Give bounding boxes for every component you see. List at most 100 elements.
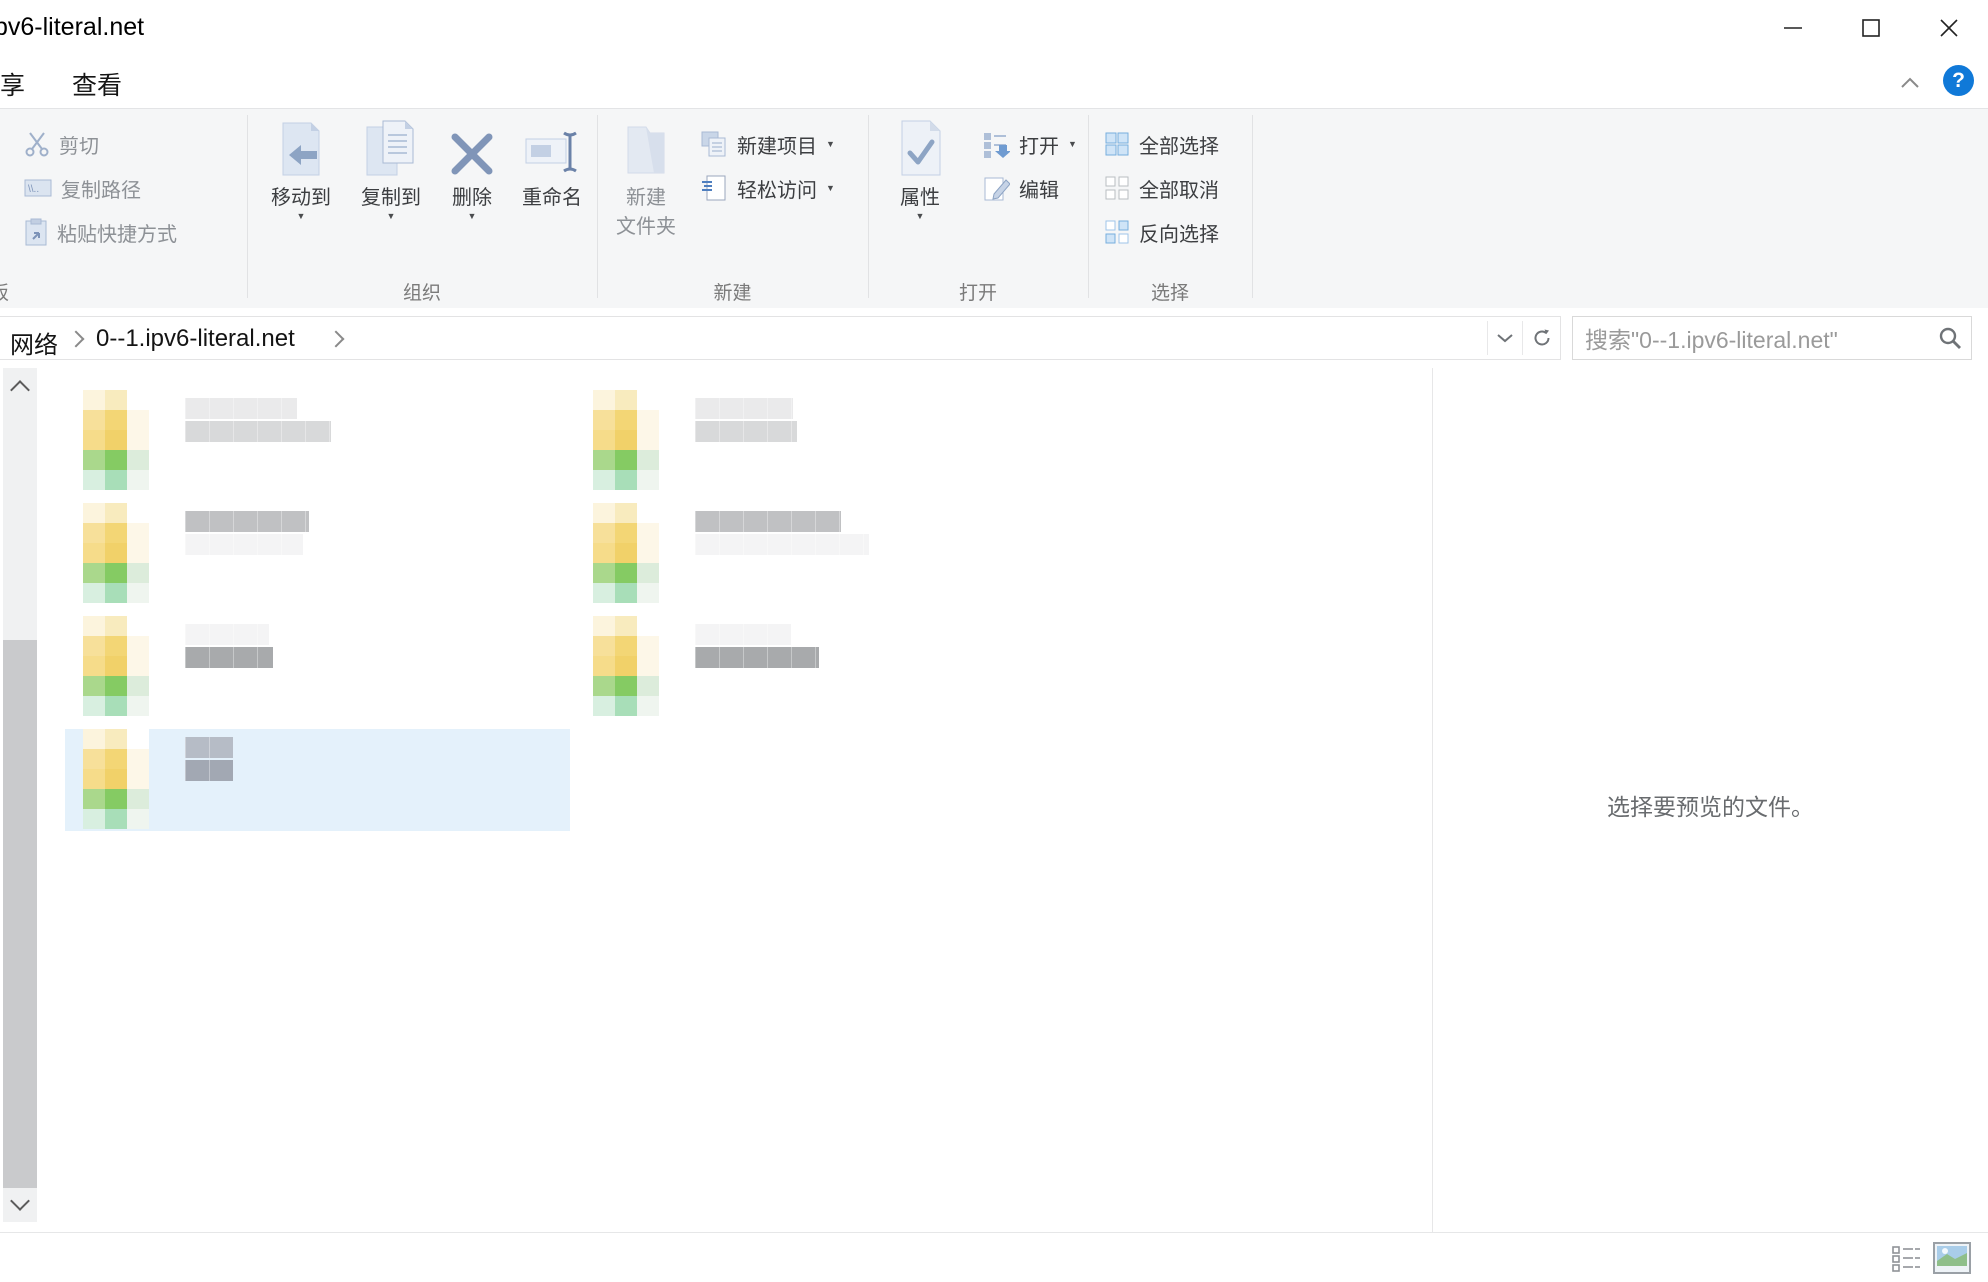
search-box [1572, 316, 1972, 360]
dropdown-arrow: ▼ [916, 212, 925, 221]
file-tile[interactable] [65, 503, 570, 605]
thumbnail-view-button[interactable] [1932, 1241, 1972, 1275]
file-name-redacted [185, 624, 273, 670]
ribbon: 剪切 \\.. 复制路径 粘贴快捷方式 板 [0, 109, 1988, 309]
properties-button[interactable]: 属性 ▼ [880, 115, 960, 221]
move-to-icon [275, 115, 327, 177]
scroll-up-button[interactable] [3, 372, 37, 402]
breadcrumb-network[interactable]: 网络 [10, 325, 58, 360]
new-folder-button[interactable]: 新建 文件夹 [604, 115, 688, 239]
address-bar[interactable]: 网络 0--1.ipv6-literal.net [0, 316, 1561, 360]
file-name-redacted [695, 398, 797, 444]
rename-button[interactable]: 重命名 [508, 115, 596, 210]
folder-icon-mosaic [593, 616, 659, 718]
details-view-icon [1891, 1244, 1921, 1272]
edit-icon [982, 174, 1010, 202]
easy-access-button[interactable]: 轻松访问 ▼ [700, 169, 835, 207]
window-title: pv6-literal.net [0, 13, 144, 42]
status-bar [0, 1232, 1988, 1282]
paste-shortcut-button[interactable]: 粘贴快捷方式 [24, 213, 177, 251]
open-button[interactable]: 打开 ▼ [982, 125, 1077, 163]
properties-icon [896, 115, 944, 177]
folder-icon-mosaic [83, 729, 149, 831]
minimize-icon [1782, 17, 1804, 39]
details-view-button[interactable] [1886, 1241, 1926, 1275]
maximize-button[interactable] [1832, 0, 1910, 56]
chevron-down-icon [10, 1191, 30, 1211]
address-row: 网络 0--1.ipv6-literal.net [0, 308, 1988, 368]
file-name-redacted [185, 737, 233, 783]
folder-icon-mosaic [83, 616, 149, 718]
file-tile[interactable] [575, 616, 1080, 718]
file-name-redacted [185, 398, 331, 444]
minimize-button[interactable] [1754, 0, 1832, 56]
invert-selection-button[interactable]: 反向选择 [1104, 213, 1219, 251]
chevron-up-icon [1900, 77, 1920, 89]
dropdown-arrow: ▼ [826, 140, 835, 149]
refresh-icon [1532, 328, 1552, 348]
search-icon[interactable] [1937, 325, 1963, 351]
group-label-new: 新建 [597, 278, 868, 305]
scrollbar-thumb[interactable] [3, 640, 37, 1188]
refresh-button[interactable] [1524, 317, 1560, 359]
copy-to-icon [363, 115, 419, 177]
group-label-organize: 组织 [247, 278, 597, 305]
thumbnail-view-icon [1933, 1242, 1971, 1274]
copy-path-icon: \\.. [24, 177, 52, 199]
content-area: 选择要预览的文件。 [0, 368, 1988, 1232]
file-tile-selected[interactable] [65, 729, 570, 831]
cut-button[interactable]: 剪切 [24, 125, 99, 163]
select-none-button[interactable]: 全部取消 [1104, 169, 1219, 207]
breadcrumb-chevron-icon[interactable] [328, 331, 345, 348]
file-tile[interactable] [575, 390, 1080, 492]
folder-icon-mosaic [83, 390, 149, 492]
file-tile[interactable] [65, 616, 570, 718]
window-controls [1754, 0, 1988, 56]
group-divider [1252, 115, 1253, 298]
move-to-button[interactable]: 移动到 ▼ [256, 115, 346, 221]
copy-path-button[interactable]: \\.. 复制路径 [24, 169, 141, 207]
new-item-icon [700, 130, 728, 158]
invert-selection-icon [1104, 219, 1130, 245]
file-name-redacted [695, 624, 819, 670]
scissors-icon [24, 131, 50, 157]
file-name-redacted [695, 511, 869, 557]
help-button[interactable]: ? [1943, 65, 1974, 96]
question-mark-icon: ? [1952, 69, 1965, 93]
open-icon [982, 130, 1010, 158]
group-divider [597, 115, 598, 298]
file-grid [40, 368, 1432, 1232]
search-input[interactable] [1573, 317, 1937, 359]
edit-button[interactable]: 编辑 [982, 169, 1059, 207]
preview-pane: 选择要预览的文件。 [1433, 368, 1988, 1232]
close-button[interactable] [1910, 0, 1988, 56]
svg-text:\\..: \\.. [28, 184, 39, 195]
group-divider [247, 115, 248, 298]
dropdown-arrow: ▼ [468, 212, 477, 221]
navigation-scrollbar[interactable] [3, 368, 37, 1222]
scroll-down-button[interactable] [3, 1188, 37, 1218]
rename-icon [524, 115, 580, 177]
copy-to-button[interactable]: 复制到 ▼ [346, 115, 436, 221]
select-all-icon [1104, 131, 1130, 157]
file-tile[interactable] [65, 390, 570, 492]
delete-button[interactable]: 删除 ▼ [436, 115, 508, 221]
address-dropdown-button[interactable] [1487, 317, 1523, 359]
chevron-up-icon [10, 380, 30, 400]
paste-shortcut-icon [24, 218, 48, 246]
breadcrumb-host[interactable]: 0--1.ipv6-literal.net [96, 325, 295, 353]
file-tile[interactable] [575, 503, 1080, 605]
new-item-button[interactable]: 新建项目 ▼ [700, 125, 835, 163]
tab-share-partial[interactable]: 享 [0, 66, 26, 102]
file-name-redacted [185, 511, 309, 557]
group-label-open: 打开 [868, 278, 1088, 305]
tab-view[interactable]: 查看 [72, 66, 122, 102]
dropdown-arrow: ▼ [1068, 140, 1077, 149]
group-divider [1088, 115, 1089, 298]
breadcrumb-chevron-icon[interactable] [68, 331, 85, 348]
collapse-ribbon-button[interactable] [1890, 68, 1930, 98]
chevron-down-icon [1497, 333, 1513, 343]
folder-icon-mosaic [593, 390, 659, 492]
select-all-button[interactable]: 全部选择 [1104, 125, 1219, 163]
preview-message: 选择要预览的文件。 [1433, 788, 1988, 822]
